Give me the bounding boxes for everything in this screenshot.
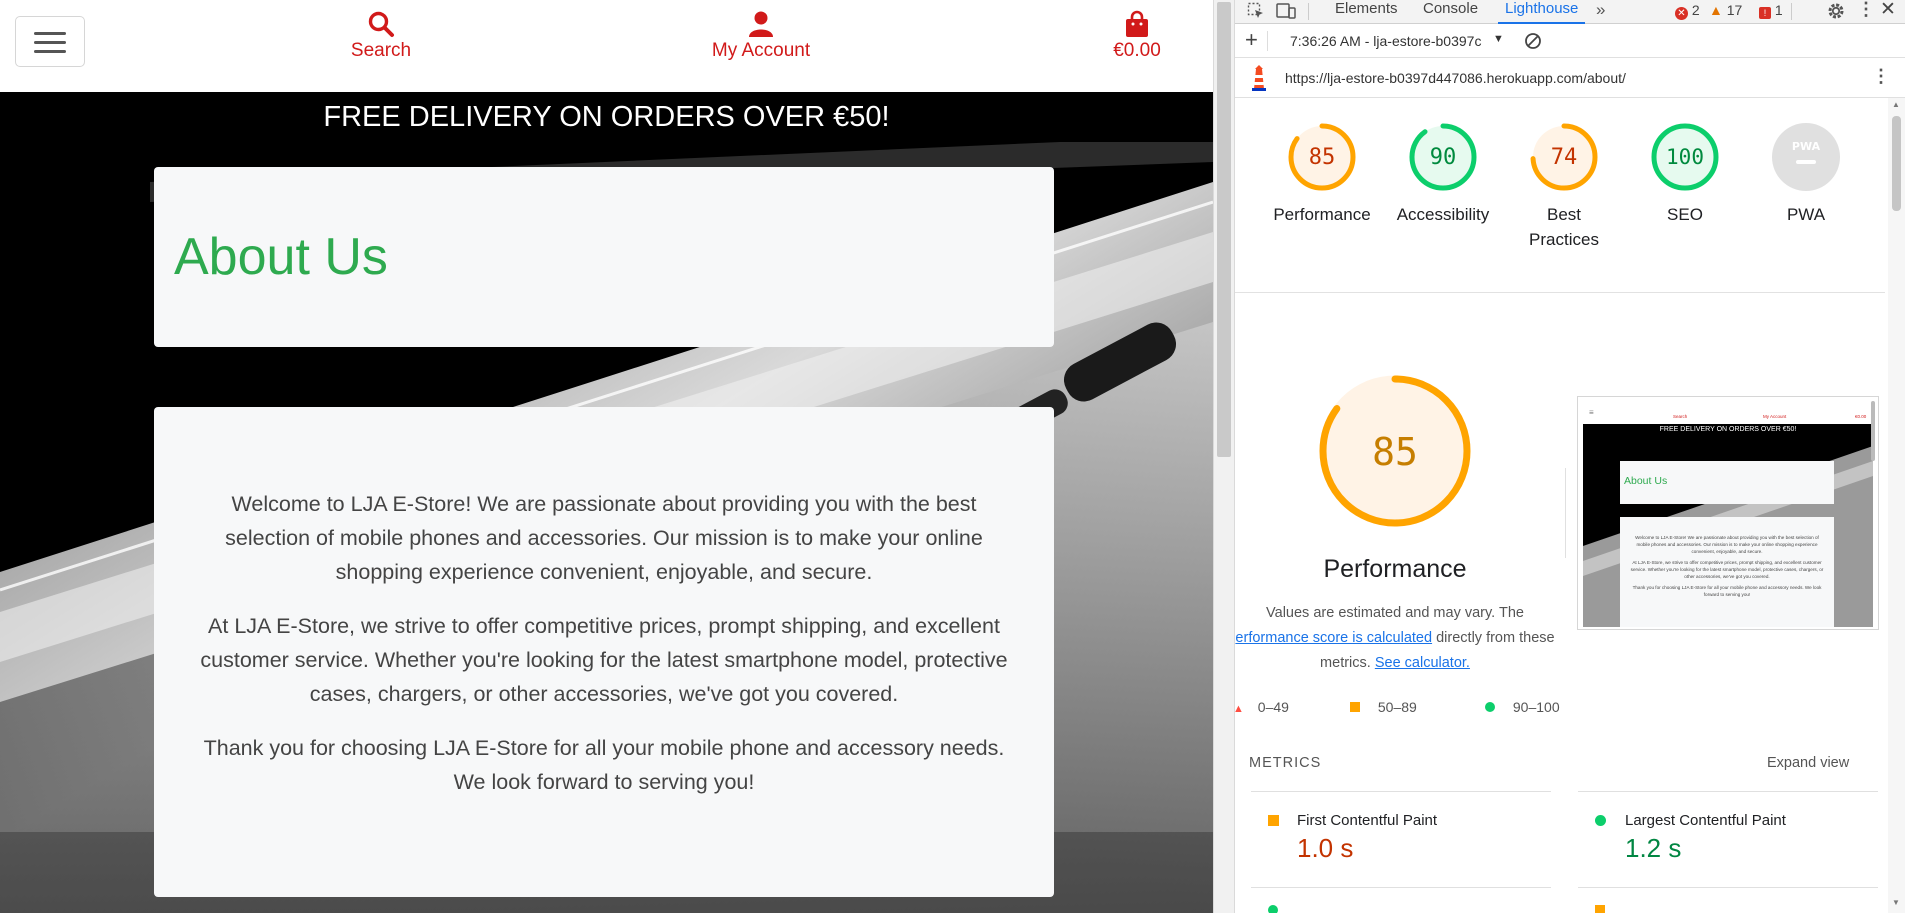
tab-console[interactable]: Console (1423, 0, 1478, 24)
viewport-scrollbar-thumb[interactable] (1217, 2, 1231, 457)
hamburger-menu-button[interactable] (15, 16, 85, 67)
devtools-scrollbar[interactable]: ▲ ▼ (1888, 98, 1905, 913)
fcp-status-icon (1268, 815, 1279, 826)
score-value: 74 (1551, 145, 1578, 170)
report-select[interactable]: 7:36:26 AM - lja-estore-b0397c (1290, 33, 1490, 49)
new-report-icon[interactable]: + (1245, 27, 1258, 53)
device-toolbar-icon[interactable] (1276, 2, 1296, 20)
page-screenshot-thumbnail[interactable]: ≡ Search My Account €0.00 FREE DELIVERY … (1577, 396, 1879, 630)
close-devtools-icon[interactable]: ✕ (1880, 0, 1896, 21)
lighthouse-toolbar: + 7:36:26 AM - lja-estore-b0397c ▼ (1235, 24, 1905, 58)
inspect-element-icon[interactable] (1247, 2, 1265, 20)
metric-lcp-name: Largest Contentful Paint (1625, 812, 1786, 829)
search-icon (368, 11, 394, 37)
gauge-accessibility[interactable]: 90 Accessibility (1383, 122, 1503, 227)
performance-title: Performance (1323, 555, 1467, 583)
score-gauge-ring: 74 (1530, 123, 1598, 191)
score-gauge-ring: 85 (1288, 123, 1356, 191)
gauge-performance[interactable]: 85 Performance (1262, 122, 1382, 227)
pwa-dash (1796, 160, 1816, 164)
legend-fail: ▲ 0–49 (1235, 699, 1289, 715)
page-title: About Us (174, 228, 388, 286)
score-label: Best Practices (1529, 205, 1599, 249)
nav-search-link[interactable]: Search (301, 10, 461, 62)
error-count[interactable]: ✕ 2 (1675, 2, 1700, 20)
legend-pass: 90–100 (1485, 699, 1560, 715)
nav-cart-link[interactable]: €0.00 (1057, 10, 1213, 62)
about-title-card: About Us (154, 167, 1054, 347)
website-viewport: Search My Account €0.00 FREE DELIVERY ON… (0, 0, 1213, 913)
score-label: PWA (1786, 205, 1826, 224)
score-calculated-link[interactable]: erformance score is calculated (1235, 630, 1432, 646)
lighthouse-logo-icon (1252, 65, 1266, 91)
expand-view-button[interactable]: Expand view (1767, 755, 1849, 771)
performance-large-score: 85 (1372, 430, 1418, 474)
metrics-heading: METRICS (1249, 755, 1322, 771)
score-gauges: 85 Performance 90 Accessibility 74 Best Prac… (1235, 98, 1885, 293)
performance-section: 85 Performance Values are estimated and … (1235, 293, 1885, 913)
about-content-card: Welcome to LJA E-Store! We are passionat… (154, 407, 1054, 897)
metric-fcp-value: 1.0 s (1297, 833, 1354, 863)
user-icon (749, 11, 773, 37)
tab-lighthouse[interactable]: Lighthouse (1498, 0, 1586, 24)
devtools-panel: Elements Console Lighthouse » ✕ 2 ▲ 17 !… (1235, 0, 1905, 913)
issues-icon: ! (1759, 7, 1771, 19)
about-paragraph: At LJA E-Store, we strive to offer compe… (200, 614, 1008, 706)
score-label: SEO (1667, 205, 1703, 224)
gauge-best-practices[interactable]: 74 Best Practices (1504, 122, 1624, 252)
score-value: 90 (1430, 145, 1457, 170)
performance-note: Values are estimated and may vary. The e… (1235, 605, 1555, 671)
metric-fcp-name: First Contentful Paint (1297, 812, 1438, 829)
nav-account-link[interactable]: My Account (681, 10, 841, 62)
metric-lcp-value: 1.2 s (1625, 833, 1682, 863)
error-icon: ✕ (1675, 7, 1688, 20)
nav-cart-total: €0.00 (1113, 40, 1161, 61)
performance-large-gauge: 85 (1319, 375, 1471, 527)
nav-account-label: My Account (711, 40, 811, 61)
settings-gear-icon[interactable] (1826, 1, 1846, 21)
site-navbar: Search My Account €0.00 (0, 0, 1213, 92)
score-label: Accessibility (1396, 205, 1490, 224)
tab-elements[interactable]: Elements (1335, 0, 1398, 24)
clear-reports-icon[interactable] (1524, 32, 1542, 50)
viewport-scrollbar[interactable] (1213, 0, 1235, 913)
lcp-status-icon (1595, 815, 1606, 826)
warning-icon: ▲ (1709, 2, 1723, 18)
red-triangle-icon: ▲ (1235, 703, 1244, 715)
about-paragraph: Welcome to LJA E-Store! We are passionat… (225, 492, 983, 584)
gauge-seo[interactable]: 100 SEO (1625, 122, 1745, 227)
score-gauge-ring: PWA (1772, 123, 1840, 191)
audited-url-bar: https://lja-estore-b0397d447086.herokuap… (1235, 58, 1905, 98)
orange-square-icon (1350, 702, 1360, 712)
report-select-arrow-icon[interactable]: ▼ (1493, 33, 1504, 45)
warning-count[interactable]: ▲ 17 (1709, 2, 1742, 18)
shopping-bag-icon (1126, 10, 1148, 37)
url-menu-icon[interactable]: ⋮ (1872, 66, 1890, 87)
see-calculator-link[interactable]: See calculator. (1375, 655, 1470, 671)
score-gauge-ring: 90 (1409, 123, 1477, 191)
more-tabs-icon[interactable]: » (1596, 0, 1605, 20)
nav-search-label: Search (350, 40, 412, 61)
audited-url: https://lja-estore-b0397d447086.herokuap… (1285, 70, 1626, 86)
delivery-banner: FREE DELIVERY ON ORDERS OVER €50! (323, 101, 890, 133)
devtools-scrollbar-thumb[interactable] (1892, 116, 1901, 211)
issues-count[interactable]: ! 1 (1759, 2, 1783, 19)
legend-average: 50–89 (1350, 699, 1417, 715)
more-options-icon[interactable]: ⋮ (1857, 0, 1875, 20)
score-gauge-ring: 100 (1651, 123, 1719, 191)
pwa-badge-text: PWA (1792, 140, 1821, 153)
devtools-tab-bar: Elements Console Lighthouse » ✕ 2 ▲ 17 !… (1235, 0, 1905, 24)
score-value: 85 (1309, 145, 1336, 170)
gauge-pwa[interactable]: PWA PWA (1746, 122, 1866, 227)
score-label: Performance (1273, 205, 1371, 224)
green-circle-icon (1485, 702, 1495, 712)
score-value: 100 (1666, 145, 1704, 169)
about-paragraph: Thank you for choosing LJA E-Store for a… (203, 736, 1005, 794)
